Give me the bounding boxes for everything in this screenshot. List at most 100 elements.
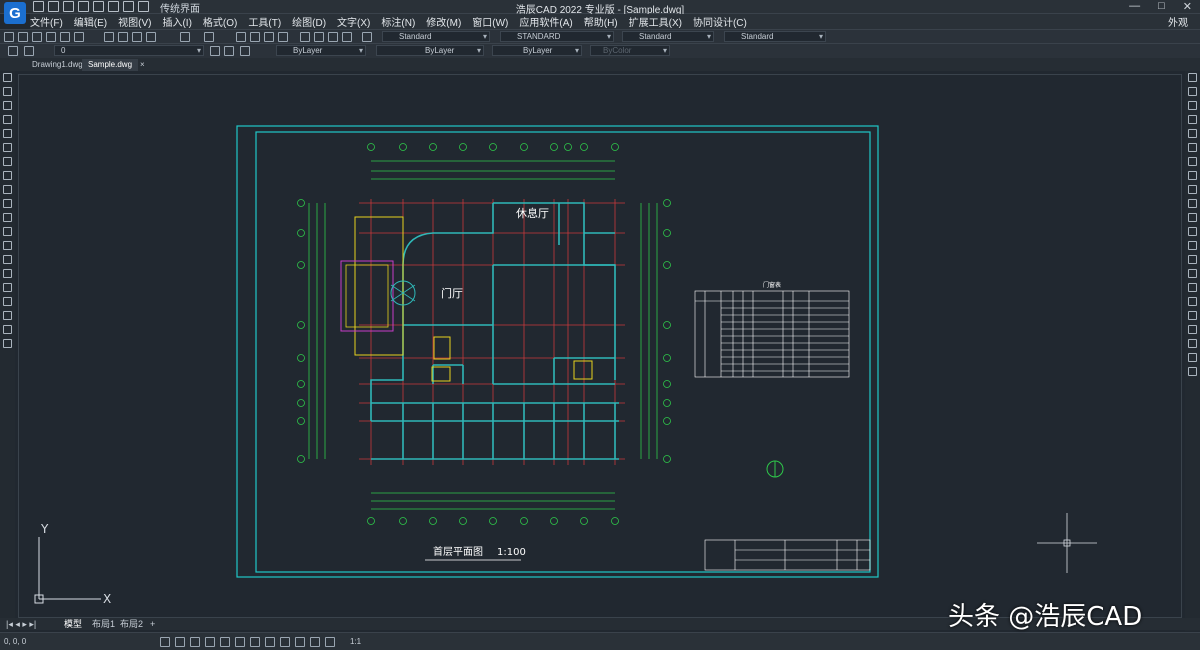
design-center-icon[interactable]	[314, 32, 324, 42]
lineweight-toggle-icon[interactable]	[280, 637, 290, 647]
selection-cycle-icon[interactable]	[310, 637, 320, 647]
break-icon[interactable]	[1188, 227, 1197, 236]
match-properties-icon[interactable]	[146, 32, 156, 42]
sheet-set-icon[interactable]	[342, 32, 352, 42]
lineweight-select[interactable]: ByLayer	[492, 45, 582, 56]
copy-icon[interactable]	[118, 32, 128, 42]
rectangle-icon[interactable]	[3, 129, 12, 138]
array-icon[interactable]	[1188, 129, 1197, 138]
add-selected-icon[interactable]	[3, 339, 12, 348]
circle-icon[interactable]	[3, 157, 12, 166]
layer-select[interactable]: 0	[54, 45, 204, 56]
point-icon[interactable]	[3, 255, 12, 264]
layer-states-icon[interactable]	[240, 46, 250, 56]
gradient-icon[interactable]	[3, 283, 12, 292]
tab-nav-first-icon[interactable]: |◂ ◂ ▸ ▸|	[6, 618, 36, 630]
move-icon[interactable]	[1188, 143, 1197, 152]
extend-icon[interactable]	[1188, 213, 1197, 222]
zoom-window-icon[interactable]	[264, 32, 274, 42]
menu-apps[interactable]: 应用软件(A)	[519, 14, 572, 29]
cut-icon[interactable]	[104, 32, 114, 42]
arc-icon[interactable]	[3, 143, 12, 152]
polygon-icon[interactable]	[3, 115, 12, 124]
text-style-select[interactable]: Standard	[382, 31, 490, 42]
erase-icon[interactable]	[1188, 73, 1197, 82]
menu-help[interactable]: 帮助(H)	[584, 14, 618, 29]
zoom-previous-icon[interactable]	[278, 32, 288, 42]
snap-toggle-icon[interactable]	[175, 637, 185, 647]
chamfer-icon[interactable]	[1188, 255, 1197, 264]
line-icon[interactable]	[3, 73, 12, 82]
help-icon[interactable]	[362, 32, 372, 42]
dim-style-select[interactable]: STANDARD	[500, 31, 614, 42]
tab-layout1[interactable]: 布局1	[92, 618, 115, 630]
menu-modify[interactable]: 修改(M)	[426, 14, 461, 29]
undo-icon[interactable]	[180, 32, 190, 42]
linetype-select[interactable]: ByLayer	[376, 45, 484, 56]
explode-icon[interactable]	[1188, 283, 1197, 292]
menu-collab[interactable]: 协同设计(C)	[693, 14, 747, 29]
menu-file[interactable]: 文件(F)	[30, 14, 63, 29]
add-layout-icon[interactable]: +	[150, 618, 155, 630]
insert-block-icon[interactable]	[3, 227, 12, 236]
paste-icon[interactable]	[132, 32, 142, 42]
qdim-icon[interactable]	[1188, 353, 1197, 362]
tool-palette-icon[interactable]	[328, 32, 338, 42]
join-icon[interactable]	[1188, 241, 1197, 250]
polyline-icon[interactable]	[3, 101, 12, 110]
revcloud-icon[interactable]	[3, 171, 12, 180]
menu-appearance[interactable]: 外观	[1168, 14, 1188, 29]
dim-linear-icon[interactable]	[1188, 297, 1197, 306]
leader-icon[interactable]	[1188, 367, 1197, 376]
menu-view[interactable]: 视图(V)	[118, 14, 151, 29]
menu-tools[interactable]: 工具(T)	[248, 14, 281, 29]
spline-icon[interactable]	[3, 185, 12, 194]
close-button[interactable]: ✕	[1183, 0, 1192, 13]
offset-icon[interactable]	[1188, 115, 1197, 124]
menu-format[interactable]: 格式(O)	[203, 14, 237, 29]
grid-toggle-icon[interactable]	[160, 637, 170, 647]
menu-text[interactable]: 文字(X)	[337, 14, 370, 29]
menu-extensions[interactable]: 扩展工具(X)	[629, 14, 682, 29]
menu-draw[interactable]: 绘图(D)	[292, 14, 326, 29]
multileader-style-select[interactable]: Standard	[724, 31, 826, 42]
dyn-toggle-icon[interactable]	[265, 637, 275, 647]
polar-toggle-icon[interactable]	[205, 637, 215, 647]
color-select[interactable]: ByLayer	[276, 45, 366, 56]
ellipse-arc-icon[interactable]	[3, 213, 12, 222]
region-icon[interactable]	[3, 297, 12, 306]
mirror-icon[interactable]	[1188, 101, 1197, 110]
menu-window[interactable]: 窗口(W)	[472, 14, 508, 29]
hatch-icon[interactable]	[3, 269, 12, 278]
table-style-select[interactable]: Standard	[622, 31, 714, 42]
otrack-toggle-icon[interactable]	[235, 637, 245, 647]
ellipse-icon[interactable]	[3, 199, 12, 208]
redo-icon[interactable]	[204, 32, 214, 42]
tab-layout2[interactable]: 布局2	[120, 618, 143, 630]
copy-object-icon[interactable]	[1188, 87, 1197, 96]
ducs-toggle-icon[interactable]	[250, 637, 260, 647]
pan-icon[interactable]	[236, 32, 246, 42]
properties-icon[interactable]	[300, 32, 310, 42]
trim-icon[interactable]	[1188, 199, 1197, 208]
tab-model[interactable]: 模型	[64, 618, 82, 630]
make-current-icon[interactable]	[210, 46, 220, 56]
tab-sample[interactable]: Sample.dwg	[82, 59, 139, 71]
open-icon[interactable]	[32, 32, 42, 42]
layer-manager-icon[interactable]	[8, 46, 18, 56]
menu-dimension[interactable]: 标注(N)	[381, 14, 415, 29]
dim-aligned-icon[interactable]	[1188, 311, 1197, 320]
print-icon[interactable]	[60, 32, 70, 42]
make-block-icon[interactable]	[3, 241, 12, 250]
rotate-icon[interactable]	[1188, 157, 1197, 166]
dim-radius-icon[interactable]	[1188, 325, 1197, 334]
menu-edit[interactable]: 编辑(E)	[74, 14, 107, 29]
annotation-visibility-icon[interactable]	[325, 637, 335, 647]
maximize-button[interactable]: □	[1158, 0, 1165, 13]
construction-line-icon[interactable]	[3, 87, 12, 96]
table-icon[interactable]	[3, 311, 12, 320]
drawing-canvas[interactable]: 休息厅 门厅 门窗表 首层平面图 1:100 Y X	[18, 74, 1182, 618]
scale-icon[interactable]	[1188, 171, 1197, 180]
minimize-button[interactable]: —	[1129, 0, 1140, 13]
tab-drawing1[interactable]: Drawing1.dwg	[26, 59, 89, 71]
